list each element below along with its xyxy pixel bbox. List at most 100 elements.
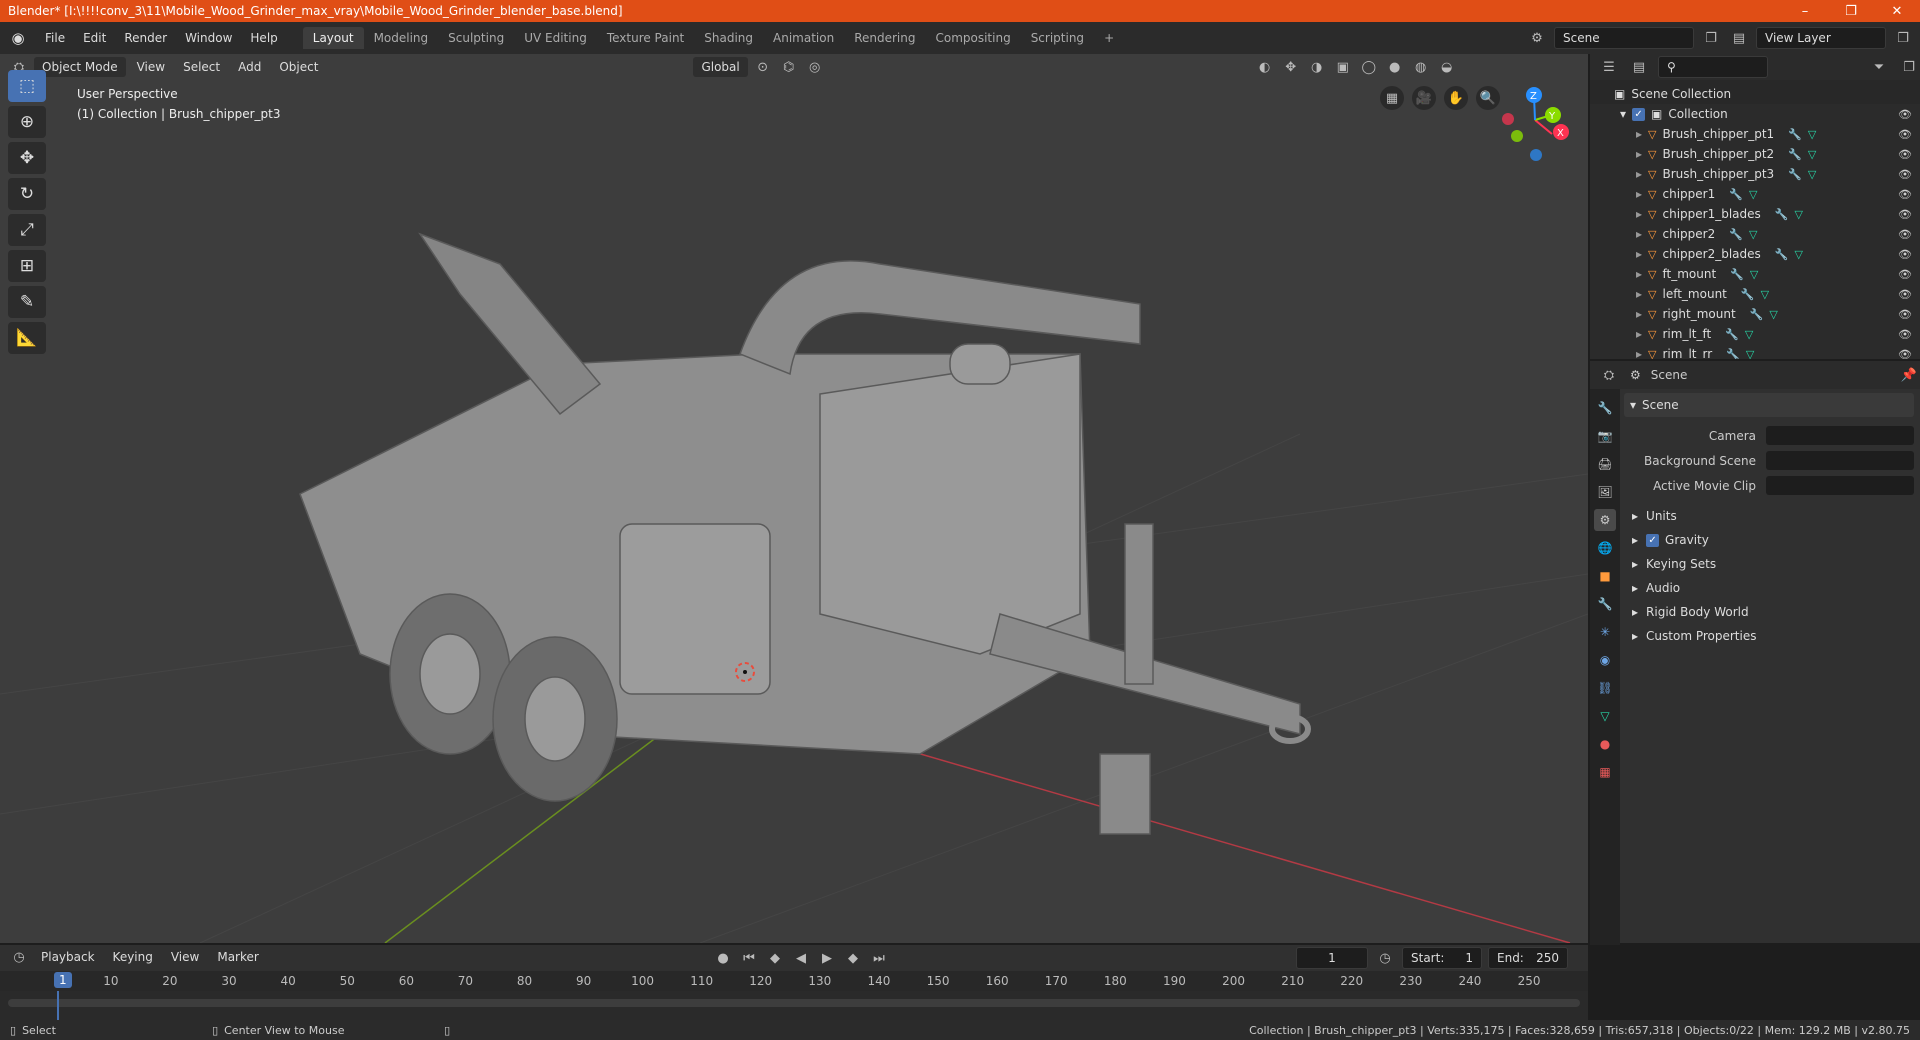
pan-hand-icon[interactable]: ✋ [1444,86,1468,110]
mesh-data-icon[interactable]: ▽ [1749,188,1757,201]
annotate-tool-icon[interactable]: ✎ [8,286,46,318]
mesh-data-icon[interactable]: ▽ [1794,208,1802,221]
material-shading-icon[interactable]: ◍ [1410,56,1432,78]
rotate-tool-icon[interactable]: ↻ [8,178,46,210]
current-frame-marker[interactable]: 1 [54,972,72,988]
timeline-menu-keying[interactable]: Keying [106,947,160,967]
gravity-panel[interactable]: ▸ ✓ Gravity [1624,528,1914,552]
outliner-editor-icon[interactable]: ☰ [1598,56,1620,78]
outliner-item[interactable]: ▸ ▽ Brush_chipper_pt1 🔧 ▽ 👁 [1590,124,1920,144]
expand-arrow-icon[interactable]: ▸ [1636,227,1642,241]
menu-edit[interactable]: Edit [74,31,115,45]
tab-scripting[interactable]: Scripting [1021,27,1094,49]
transform-tool-icon[interactable]: ⊞ [8,250,46,282]
expand-arrow-icon[interactable]: ▸ [1636,147,1642,161]
mesh-data-icon[interactable]: ▽ [1808,128,1816,141]
constraints-tab-icon[interactable]: ⛓ [1594,677,1616,699]
zoom-icon[interactable]: 🔍 [1476,86,1500,110]
properties-editor-icon[interactable]: ⛭ [1598,364,1620,386]
tab-shading[interactable]: Shading [694,27,763,49]
modifier-icon[interactable]: 🔧 [1788,148,1802,161]
eye-icon[interactable]: 👁 [1898,208,1912,221]
xray-icon[interactable]: ▣ [1332,56,1354,78]
outliner-item[interactable]: ▸ ▽ chipper2_blades 🔧 ▽ 👁 [1590,244,1920,264]
viewport-menu-add[interactable]: Add [231,57,268,77]
world-tab-icon[interactable]: 🌐 [1594,537,1616,559]
pin-icon[interactable]: 📌 [1898,364,1920,386]
outliner-item[interactable]: ▸ ▽ rim_lt_ft 🔧 ▽ 👁 [1590,324,1920,344]
camera-field[interactable] [1766,426,1914,445]
eye-icon[interactable]: 👁 [1898,268,1912,281]
timeline-editor-icon[interactable]: ◷ [8,946,30,968]
gizmo-toggle-icon[interactable]: ✥ [1280,56,1302,78]
eye-icon[interactable]: 👁 [1898,288,1912,301]
modifier-icon[interactable]: 🔧 [1729,188,1743,201]
view-layer-selector[interactable]: View Layer [1756,27,1886,49]
modifier-icon[interactable]: 🔧 [1729,228,1743,241]
orientation-dropdown[interactable]: Global [693,57,748,77]
timeline-menu-marker[interactable]: Marker [210,947,265,967]
keying-sets-panel[interactable]: ▸ Keying Sets [1624,552,1914,576]
expand-arrow-icon[interactable]: ▸ [1636,127,1642,141]
3d-viewport[interactable]: X Y Z ⛭ Object Mode View Select Add Obje… [0,54,1588,943]
filter-icon[interactable]: ⏷ [1868,56,1890,78]
viewport-menu-view[interactable]: View [130,57,172,77]
modifier-tab-icon[interactable]: 🔧 [1594,593,1616,615]
view-layer-tab-icon[interactable]: 🖼 [1594,481,1616,503]
material-tab-icon[interactable]: ● [1594,733,1616,755]
current-frame-field[interactable]: 1 [1296,947,1368,969]
collection-row[interactable]: ▾ ✓ ▣ Collection 👁 [1590,104,1920,124]
modifier-icon[interactable]: 🔧 [1725,328,1739,341]
tab-sculpting[interactable]: Sculpting [438,27,514,49]
tab-animation[interactable]: Animation [763,27,844,49]
close-button[interactable]: ✕ [1874,4,1920,19]
pivot-icon[interactable]: ⊙ [752,56,774,78]
active-movie-clip-field[interactable] [1766,476,1914,495]
scene-selector[interactable]: Scene [1554,27,1694,49]
new-collection-icon[interactable]: ❐ [1898,56,1920,78]
collection-checkbox[interactable]: ✓ [1632,107,1646,121]
mesh-data-icon[interactable]: ▽ [1745,328,1753,341]
physics-tab-icon[interactable]: ◉ [1594,649,1616,671]
outliner-item[interactable]: ▸ ▽ chipper1_blades 🔧 ▽ 👁 [1590,204,1920,224]
mesh-data-icon[interactable]: ▽ [1769,308,1777,321]
timeline-menu-playback[interactable]: Playback [34,947,102,967]
expand-arrow-icon[interactable]: ▸ [1636,327,1642,341]
menu-window[interactable]: Window [176,31,241,45]
outliner-item[interactable]: ▸ ▽ left_mount 🔧 ▽ 👁 [1590,284,1920,304]
prev-keyframe-icon[interactable]: ◆ [764,947,786,969]
modifier-icon[interactable]: 🔧 [1730,268,1744,281]
outliner-item[interactable]: ▸ ▽ Brush_chipper_pt3 🔧 ▽ 👁 [1590,164,1920,184]
expand-arrow-icon[interactable]: ▸ [1636,307,1642,321]
expand-arrow-icon[interactable]: ▸ [1636,207,1642,221]
modifier-icon[interactable]: 🔧 [1775,248,1789,261]
object-tab-icon[interactable]: ■ [1594,565,1616,587]
expand-arrow-icon[interactable]: ▸ [1636,267,1642,281]
start-frame-field[interactable]: Start: 1 [1402,947,1482,969]
mesh-data-icon[interactable]: ▽ [1761,288,1769,301]
tab-modeling[interactable]: Modeling [364,27,439,49]
eye-icon[interactable]: 👁 [1898,168,1912,181]
outliner-item[interactable]: ▸ ▽ ft_mount 🔧 ▽ 👁 [1590,264,1920,284]
visibility-icon[interactable]: ◐ [1254,56,1276,78]
menu-render[interactable]: Render [115,31,176,45]
measure-tool-icon[interactable]: 📐 [8,322,46,354]
tab-rendering[interactable]: Rendering [844,27,925,49]
camera-view-icon[interactable]: 🎥 [1412,86,1436,110]
play-reverse-icon[interactable]: ◀ [790,947,812,969]
rendered-shading-icon[interactable]: ◒ [1436,56,1458,78]
tab-compositing[interactable]: Compositing [925,27,1020,49]
output-tab-icon[interactable]: 🖨 [1594,453,1616,475]
particles-tab-icon[interactable]: ✳ [1594,621,1616,643]
proportional-edit-icon[interactable]: ◎ [804,56,826,78]
move-tool-icon[interactable]: ✥ [8,142,46,174]
rigid-body-world-panel[interactable]: ▸ Rigid Body World [1624,600,1914,624]
outliner-item[interactable]: ▸ ▽ chipper1 🔧 ▽ 👁 [1590,184,1920,204]
record-icon[interactable]: ● [712,947,734,969]
eye-icon[interactable]: 👁 [1898,248,1912,261]
timeline-ruler[interactable]: 1 10 20 30 40 50 60 70 80 90 100 110 120 130 140 150 160… [0,971,1588,991]
tab-texture-paint[interactable]: Texture Paint [597,27,694,49]
mesh-data-icon[interactable]: ▽ [1750,268,1758,281]
expand-arrow-icon[interactable]: ▸ [1636,247,1642,261]
mesh-data-icon[interactable]: ▽ [1749,228,1757,241]
